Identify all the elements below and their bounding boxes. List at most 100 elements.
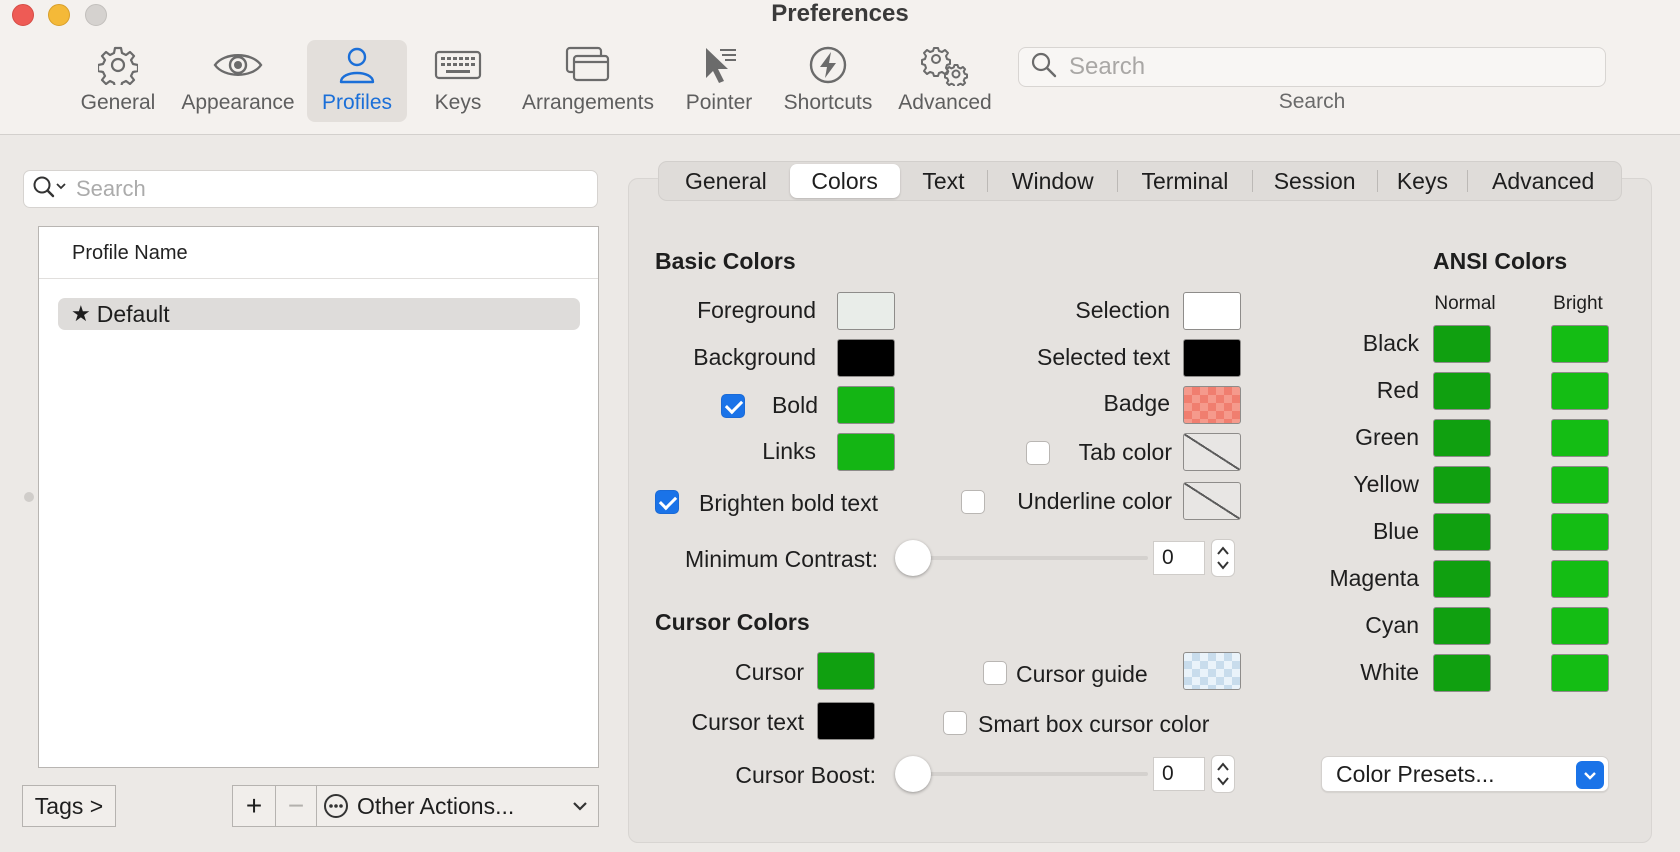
toolbar-item-profiles[interactable]: Profiles bbox=[307, 40, 407, 122]
ansi-bright-cyan-well[interactable] bbox=[1551, 607, 1609, 645]
ansi-label-white: White bbox=[1360, 659, 1419, 685]
toolbar-item-arrangements[interactable]: Arrangements bbox=[518, 40, 658, 122]
ansi-bright-header: Bright bbox=[1553, 293, 1603, 314]
cursor-boost-slider[interactable] bbox=[895, 756, 931, 792]
smart-box-cursor-checkbox[interactable] bbox=[943, 711, 967, 735]
brighten-bold-label: Brighten bold text bbox=[699, 490, 879, 516]
tab-colors[interactable]: Colors bbox=[789, 164, 900, 198]
cursor-boost-track[interactable] bbox=[912, 772, 1148, 776]
minimum-contrast-stepper[interactable] bbox=[1211, 539, 1235, 577]
toolbar-label-advanced: Advanced bbox=[898, 91, 992, 114]
toolbar-label-appearance: Appearance bbox=[181, 91, 295, 114]
ansi-label-yellow: Yellow bbox=[1353, 471, 1419, 497]
toolbar-item-keys[interactable]: Keys bbox=[422, 40, 494, 122]
underline-color-label: Underline color bbox=[1017, 488, 1172, 514]
ansi-bright-white-well[interactable] bbox=[1551, 654, 1609, 692]
bold-color-well[interactable] bbox=[837, 386, 895, 424]
ansi-colors-heading: ANSI Colors bbox=[1433, 248, 1568, 274]
ansi-bright-yellow-well[interactable] bbox=[1551, 466, 1609, 504]
profile-name-column-header[interactable]: Profile Name bbox=[39, 227, 598, 279]
windows-icon bbox=[565, 40, 611, 90]
toolbar-search-field[interactable] bbox=[1018, 47, 1606, 87]
tab-keys[interactable]: Keys bbox=[1378, 164, 1468, 198]
cursor-text-label: Cursor text bbox=[691, 709, 804, 735]
tab-window[interactable]: Window bbox=[988, 164, 1117, 198]
ansi-normal-blue-well[interactable] bbox=[1433, 513, 1491, 551]
ansi-bright-blue-well[interactable] bbox=[1551, 513, 1609, 551]
profile-name: Default bbox=[96, 300, 170, 327]
split-view-handle[interactable] bbox=[24, 492, 34, 502]
ansi-label-magenta: Magenta bbox=[1329, 565, 1419, 591]
badge-color-well[interactable] bbox=[1183, 386, 1241, 424]
brighten-bold-checkbox[interactable] bbox=[655, 490, 679, 514]
ansi-label-red: Red bbox=[1376, 377, 1419, 403]
profile-search-input[interactable] bbox=[76, 176, 576, 202]
profile-table: Profile Name ★ Default bbox=[38, 226, 599, 768]
ansi-bright-magenta-well[interactable] bbox=[1551, 560, 1609, 598]
profile-search-field[interactable] bbox=[23, 170, 598, 208]
ansi-normal-white-well[interactable] bbox=[1433, 654, 1491, 692]
minimum-contrast-track[interactable] bbox=[912, 556, 1148, 560]
toolbar-item-appearance[interactable]: Appearance bbox=[180, 40, 296, 122]
color-presets-button[interactable]: Color Presets... bbox=[1321, 756, 1609, 792]
toolbar-item-general[interactable]: General bbox=[76, 40, 160, 122]
toolbar-search-label: Search bbox=[1278, 90, 1346, 113]
tags-button[interactable]: Tags > bbox=[22, 785, 116, 827]
other-actions-button[interactable]: Other Actions... bbox=[316, 785, 599, 827]
toolbar-label-keys: Keys bbox=[434, 91, 482, 114]
ansi-normal-cyan-well[interactable] bbox=[1433, 607, 1491, 645]
pointer-icon bbox=[698, 40, 740, 90]
tab-color-well[interactable] bbox=[1183, 433, 1241, 471]
gears-icon bbox=[920, 40, 970, 90]
foreground-color-well[interactable] bbox=[837, 292, 895, 330]
minimum-contrast-slider[interactable] bbox=[895, 540, 931, 576]
toolbar-item-shortcuts[interactable]: Shortcuts bbox=[780, 40, 876, 122]
ansi-normal-yellow-well[interactable] bbox=[1433, 466, 1491, 504]
ansi-normal-green-well[interactable] bbox=[1433, 419, 1491, 457]
tab-session[interactable]: Session bbox=[1253, 164, 1377, 198]
add-profile-button[interactable]: + bbox=[232, 785, 276, 827]
ansi-normal-black-well[interactable] bbox=[1433, 325, 1491, 363]
tab-advanced[interactable]: Advanced bbox=[1468, 164, 1618, 198]
cursor-color-well[interactable] bbox=[817, 652, 875, 690]
eye-icon bbox=[212, 40, 264, 90]
underline-color-checkbox[interactable] bbox=[961, 490, 985, 514]
ansi-normal-magenta-well[interactable] bbox=[1433, 560, 1491, 598]
links-color-well[interactable] bbox=[837, 433, 895, 471]
cursor-text-color-well[interactable] bbox=[817, 702, 875, 740]
toolbar-item-advanced[interactable]: Advanced bbox=[895, 40, 995, 122]
selected-text-color-well[interactable] bbox=[1183, 339, 1241, 377]
tab-general[interactable]: General bbox=[662, 164, 790, 198]
ansi-bright-black-well[interactable] bbox=[1551, 325, 1609, 363]
tab-terminal[interactable]: Terminal bbox=[1118, 164, 1252, 198]
basic-colors-heading: Basic Colors bbox=[655, 248, 796, 274]
cursor-guide-checkbox[interactable] bbox=[983, 661, 1007, 685]
background-color-well[interactable] bbox=[837, 339, 895, 377]
ansi-bright-green-well[interactable] bbox=[1551, 419, 1609, 457]
ansi-bright-red-well[interactable] bbox=[1551, 372, 1609, 410]
remove-profile-button[interactable]: − bbox=[275, 785, 317, 827]
search-menu-icon[interactable] bbox=[32, 175, 68, 204]
tab-text[interactable]: Text bbox=[900, 164, 988, 198]
ansi-normal-header: Normal bbox=[1434, 293, 1496, 314]
cursor-colors-heading: Cursor Colors bbox=[655, 609, 810, 635]
links-label: Links bbox=[762, 438, 816, 464]
gear-icon bbox=[98, 40, 138, 90]
cursor-boost-value[interactable]: 0 bbox=[1153, 757, 1205, 791]
toolbar-search-input[interactable] bbox=[1069, 53, 1589, 81]
underline-color-well[interactable] bbox=[1183, 482, 1241, 520]
cursor-guide-color-well[interactable] bbox=[1183, 652, 1241, 690]
tab-color-checkbox[interactable] bbox=[1026, 441, 1050, 465]
stepper-arrows-icon bbox=[1217, 762, 1229, 786]
ansi-normal-red-well[interactable] bbox=[1433, 372, 1491, 410]
toolbar-label-arrangements: Arrangements bbox=[522, 91, 654, 114]
ansi-label-blue: Blue bbox=[1372, 518, 1419, 544]
profile-row-default[interactable]: ★ Default bbox=[58, 298, 580, 330]
toolbar-item-pointer[interactable]: Pointer bbox=[681, 40, 757, 122]
chevron-down-icon bbox=[572, 798, 588, 814]
cursor-boost-stepper[interactable] bbox=[1211, 755, 1235, 793]
minimum-contrast-value[interactable]: 0 bbox=[1153, 541, 1205, 575]
other-actions-label: Other Actions... bbox=[357, 792, 515, 819]
selection-color-well[interactable] bbox=[1183, 292, 1241, 330]
bold-label: Bold bbox=[771, 392, 818, 418]
